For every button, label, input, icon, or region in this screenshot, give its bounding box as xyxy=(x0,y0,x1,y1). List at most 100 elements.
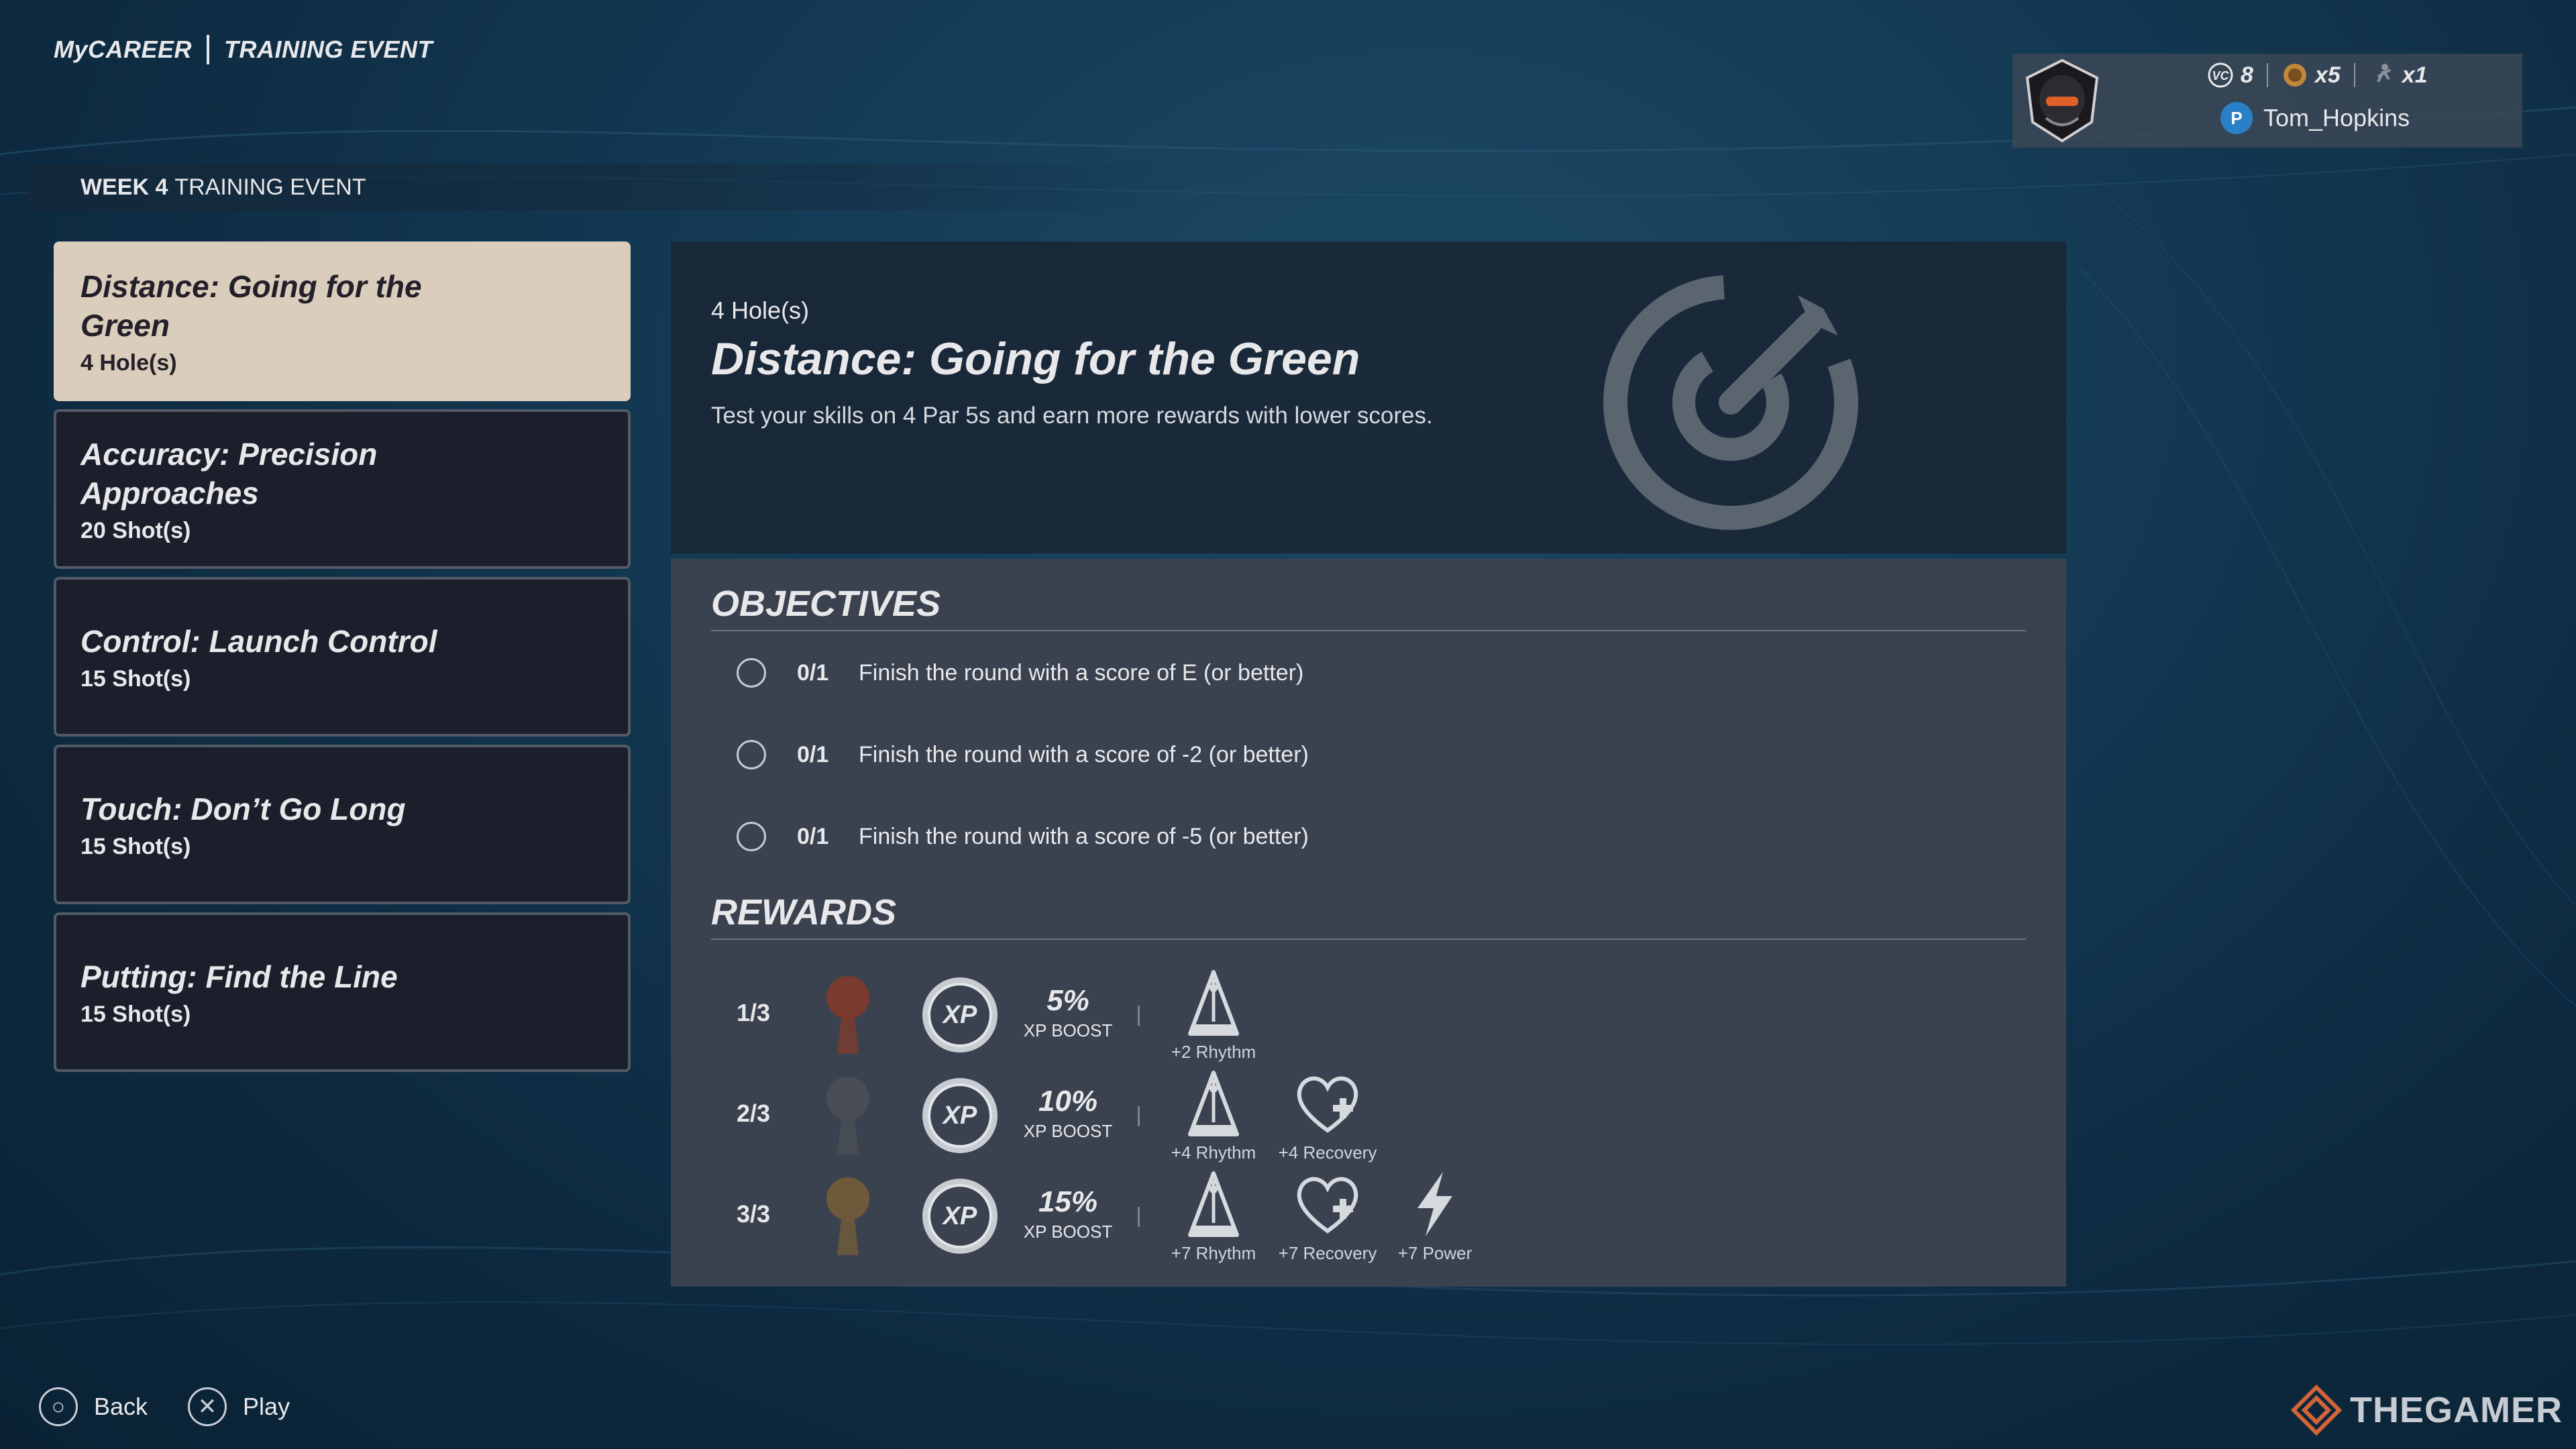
distance-target-icon xyxy=(1603,275,1858,530)
week-label: TRAINING EVENT xyxy=(174,174,366,200)
circle-button-icon: ○ xyxy=(39,1387,78,1426)
cross-button-icon: ✕ xyxy=(188,1387,227,1426)
breadcrumb-subsection: TRAINING EVENT xyxy=(224,36,433,63)
metronome-icon xyxy=(1188,970,1239,1036)
heart-plus-icon xyxy=(1297,1177,1358,1234)
metronome-icon xyxy=(1188,1071,1239,1136)
profile-card: VC 8 x5 x1 P Tom_Hopkins xyxy=(2012,54,2522,148)
objectives-divider xyxy=(711,630,2026,631)
event-touch[interactable]: Touch: Don’t Go Long 15 Shot(s) xyxy=(54,745,631,904)
playstation-icon: P xyxy=(2220,102,2253,134)
vc-amount: 8 xyxy=(2241,62,2253,88)
event-distance[interactable]: Distance: Going for the Green 4 Hole(s) xyxy=(54,241,631,401)
user-row: P Tom_Hopkins xyxy=(2220,102,2410,134)
event-count: 15 Shot(s) xyxy=(80,833,191,859)
event-detail-body: OBJECTIVES 0/1 Finish the round with a s… xyxy=(671,559,2066,1287)
xp-label: XP xyxy=(942,1001,977,1029)
event-title: Control: Launch Control xyxy=(80,623,437,659)
reward-attribute-label: +7 Power xyxy=(1397,1243,1472,1263)
reward-attribute-label: +4 Recovery xyxy=(1278,1142,1377,1163)
svg-text:VC: VC xyxy=(2212,69,2229,83)
vc-icon: VC xyxy=(2208,62,2233,88)
reward-divider xyxy=(1138,1006,1140,1026)
xp-boost-label: XP BOOST xyxy=(1023,1121,1113,1141)
xp-boost-value: 5% xyxy=(1046,984,1089,1017)
token-balance: x5 xyxy=(2268,62,2354,89)
xp-boost-value: 15% xyxy=(1038,1185,1098,1218)
objective-progress: 0/1 xyxy=(797,659,829,686)
event-count: 20 Shot(s) xyxy=(80,517,191,543)
reward-tier-label: 1/3 xyxy=(737,999,771,1026)
event-list: Distance: Going for the Green 4 Hole(s) … xyxy=(54,241,631,1080)
objective-status-icon xyxy=(737,658,766,688)
trophy-icon xyxy=(826,1177,869,1255)
avatar xyxy=(2025,58,2099,143)
event-count: 4 Hole(s) xyxy=(80,350,177,376)
reward-tier-label: 2/3 xyxy=(737,1099,771,1127)
trophy-icon xyxy=(826,1077,869,1155)
token-icon xyxy=(2283,64,2306,87)
heart-plus-icon xyxy=(1297,1076,1358,1133)
event-title: Accuracy: Precision Approaches xyxy=(80,436,378,511)
objectives-heading: OBJECTIVES xyxy=(711,584,941,624)
username: Tom_Hopkins xyxy=(2263,104,2410,131)
reward-attribute-label: +7 Rhythm xyxy=(1171,1243,1256,1263)
rewards-divider xyxy=(711,938,2026,940)
lightning-bolt-icon xyxy=(1417,1172,1452,1236)
power-reward: +7 Power xyxy=(1385,1169,1485,1264)
vc-balance: VC 8 xyxy=(2194,62,2267,89)
pass-amount: x1 xyxy=(2402,62,2428,88)
reward-divider xyxy=(1138,1106,1140,1126)
objective-text: Finish the round with a score of E (or b… xyxy=(859,659,1304,686)
token-amount: x5 xyxy=(2314,62,2341,88)
reward-attribute-label: +4 Rhythm xyxy=(1171,1142,1256,1163)
event-title: Distance: Going for the Green xyxy=(80,268,422,343)
event-accuracy[interactable]: Accuracy: Precision Approaches 20 Shot(s… xyxy=(54,409,631,569)
watermark-text: THEGAMER xyxy=(2350,1390,2563,1430)
rhythm-reward: +2 Rhythm xyxy=(1163,968,1264,1063)
pass-balance: x1 xyxy=(2355,62,2441,89)
event-count: 15 Shot(s) xyxy=(80,1001,191,1027)
event-putting[interactable]: Putting: Find the Line 15 Shot(s) xyxy=(54,912,631,1072)
reward-tier: 2/3 XP 10% XP BOOST +4 Rhythm +4 Recover… xyxy=(737,1069,1609,1163)
breadcrumb: MyCAREER TRAINING EVENT xyxy=(54,35,433,64)
objective-progress: 0/1 xyxy=(797,823,829,849)
week-number: WEEK 4 xyxy=(80,174,168,200)
recovery-reward: +7 Recovery xyxy=(1277,1169,1378,1264)
rhythm-reward: +4 Rhythm xyxy=(1163,1069,1264,1163)
detail-description: Test your skills on 4 Par 5s and earn mo… xyxy=(711,402,1433,429)
reward-divider xyxy=(1138,1207,1140,1227)
back-button[interactable]: ○ Back xyxy=(39,1387,148,1426)
metronome-icon xyxy=(1188,1171,1239,1237)
xp-boost-value: 10% xyxy=(1038,1085,1098,1118)
rewards-heading: REWARDS xyxy=(711,892,897,932)
event-detail-header: 4 Hole(s) Distance: Going for the Green … xyxy=(671,241,2066,553)
breadcrumb-section: MyCAREER xyxy=(54,36,193,63)
xp-boost-icon: XP xyxy=(922,1078,998,1153)
footer-controls: ○ Back ✕ Play xyxy=(39,1387,290,1426)
event-title: Touch: Don’t Go Long xyxy=(80,791,406,826)
xp-label: XP xyxy=(942,1102,977,1130)
event-control[interactable]: Control: Launch Control 15 Shot(s) xyxy=(54,577,631,737)
thegamer-watermark: THEGAMER xyxy=(2290,1383,2563,1437)
reward-tier: 3/3 XP 15% XP BOOST +7 Rhythm +7 Recover… xyxy=(737,1169,1609,1263)
reward-attribute-label: +2 Rhythm xyxy=(1171,1042,1256,1062)
objective-status-icon xyxy=(737,740,766,769)
xp-label: XP xyxy=(942,1202,977,1230)
back-label: Back xyxy=(94,1393,148,1420)
objective-progress: 0/1 xyxy=(797,741,829,767)
reward-tier: 1/3 XP 5% XP BOOST +2 Rhythm xyxy=(737,968,1609,1062)
play-label: Play xyxy=(243,1393,290,1420)
objective-status-icon xyxy=(737,822,766,851)
trophy-icon xyxy=(826,976,869,1054)
reward-attribute-label: +7 Recovery xyxy=(1278,1243,1377,1263)
xp-boost-icon: XP xyxy=(922,1179,998,1254)
event-count: 15 Shot(s) xyxy=(80,665,191,692)
rhythm-reward: +7 Rhythm xyxy=(1163,1169,1264,1264)
detail-title: Distance: Going for the Green xyxy=(711,333,1360,384)
golfer-icon xyxy=(2376,64,2391,83)
event-title: Putting: Find the Line xyxy=(80,959,398,994)
objective-text: Finish the round with a score of -2 (or … xyxy=(859,741,1309,767)
play-button[interactable]: ✕ Play xyxy=(188,1387,290,1426)
xp-boost-label: XP BOOST xyxy=(1023,1222,1113,1242)
